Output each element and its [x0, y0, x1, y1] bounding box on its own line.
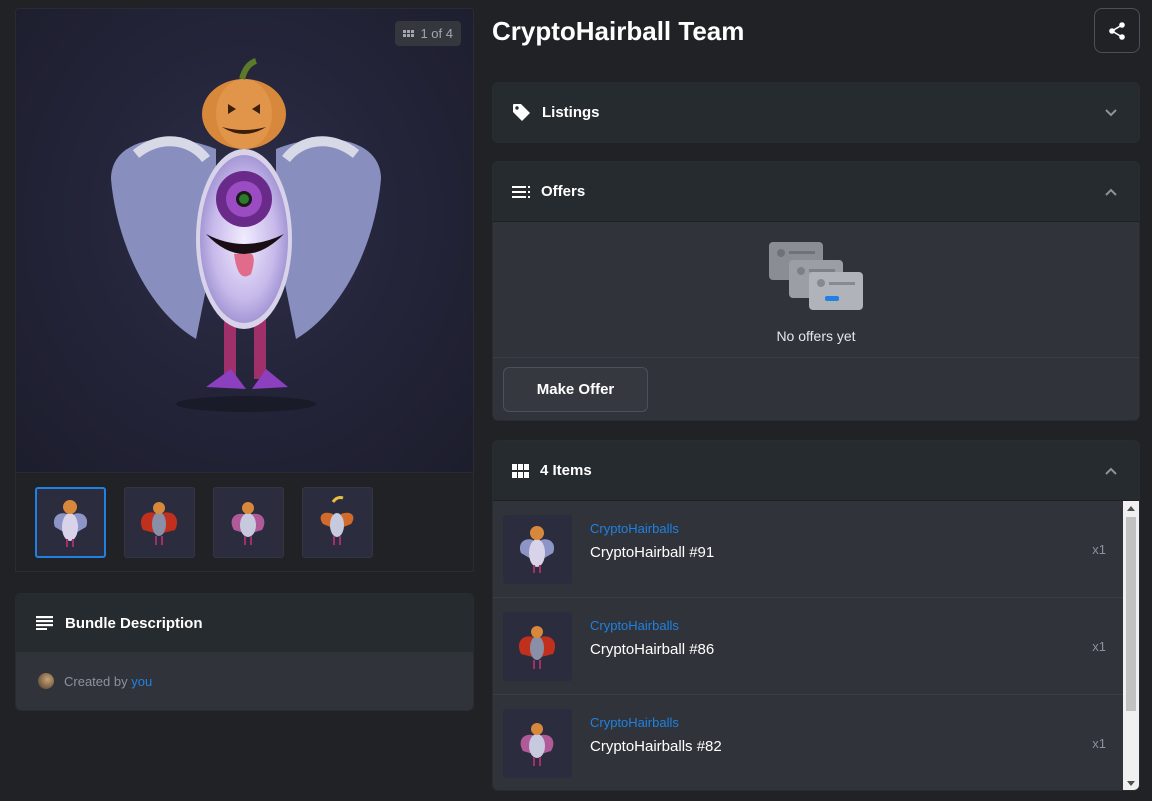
thumbnail-4[interactable] — [302, 486, 373, 558]
thumbnail-art — [320, 495, 354, 545]
thumbnail-art — [140, 501, 178, 545]
item-collection-link[interactable]: CryptoHairballs — [590, 618, 679, 633]
description-icon — [36, 616, 53, 630]
thumbnail-strip — [15, 473, 474, 572]
offers-header[interactable]: Offers — [493, 162, 1139, 221]
chevron-down-icon[interactable] — [1105, 108, 1117, 117]
item-name[interactable]: CryptoHairball #86 — [590, 641, 714, 658]
item-thumbnail-art — [520, 723, 554, 766]
chevron-up-icon[interactable] — [1105, 188, 1117, 196]
item-name[interactable]: CryptoHairball #91 — [590, 544, 714, 561]
items-scrollbar[interactable] — [1123, 501, 1139, 790]
grid-icon — [403, 29, 415, 38]
empty-offers-icon — [769, 242, 863, 310]
item-thumbnail-art — [518, 626, 556, 669]
list-item[interactable]: CryptoHairballs CryptoHairball #91 x1 — [493, 501, 1139, 598]
hairball-artwork — [111, 58, 381, 412]
bundle-description-header[interactable]: Bundle Description — [16, 594, 473, 652]
thumbnail-3[interactable] — [213, 486, 284, 558]
creator-link[interactable]: you — [131, 674, 152, 689]
item-collection-link[interactable]: CryptoHairballs — [590, 715, 679, 730]
item-quantity: x1 — [1092, 542, 1106, 557]
offers-title: Offers — [541, 183, 586, 200]
item-thumbnail[interactable] — [503, 709, 572, 778]
item-thumbnail[interactable] — [503, 515, 572, 584]
created-by-text: Created by you — [64, 674, 152, 689]
bundle-description-body: Created by you — [16, 652, 473, 710]
scroll-thumb[interactable] — [1126, 517, 1136, 711]
bundle-description-title: Bundle Description — [65, 614, 203, 632]
no-offers-text: No offers yet — [776, 328, 856, 344]
main-nft-image[interactable]: 1 of 4 — [15, 8, 474, 473]
listings-panel: Listings — [492, 82, 1140, 143]
item-collection-link[interactable]: CryptoHairballs — [590, 521, 679, 536]
list-icon — [512, 185, 530, 198]
page-title: CryptoHairball Team — [492, 16, 745, 46]
list-item[interactable]: CryptoHairballs CryptoHairballs #82 x1 — [493, 695, 1139, 790]
left-column: 1 of 4 Bundle Description Created by you — [15, 8, 474, 711]
item-name[interactable]: CryptoHairballs #82 — [590, 738, 722, 755]
share-button[interactable] — [1094, 8, 1140, 53]
item-quantity: x1 — [1092, 639, 1106, 654]
item-thumbnail-art — [519, 526, 555, 573]
listings-header[interactable]: Listings — [493, 83, 1139, 142]
thumbnail-1[interactable] — [35, 486, 106, 558]
item-thumbnail[interactable] — [503, 612, 572, 681]
items-grid-icon — [512, 463, 529, 478]
thumbnail-art — [53, 499, 88, 547]
bundle-description-panel: Bundle Description Created by you — [15, 593, 474, 711]
image-counter-label: 1 of 4 — [420, 26, 453, 41]
share-icon — [1109, 21, 1125, 40]
image-counter: 1 of 4 — [395, 21, 461, 46]
list-item[interactable]: CryptoHairballs CryptoHairball #86 x1 — [493, 598, 1139, 695]
item-quantity: x1 — [1092, 736, 1106, 751]
items-panel: 4 Items CryptoHairballs CryptoHairball #… — [492, 440, 1140, 791]
thumbnail-art — [231, 501, 265, 545]
listings-title: Listings — [542, 104, 600, 121]
offers-footer: Make Offer — [493, 357, 1139, 420]
tag-icon — [513, 104, 530, 121]
thumbnail-2[interactable] — [124, 486, 195, 558]
make-offer-button[interactable]: Make Offer — [503, 367, 648, 412]
offers-panel: Offers No offers yet Make Offer — [492, 161, 1140, 421]
scroll-up-arrow[interactable] — [1127, 506, 1135, 511]
chevron-up-icon[interactable] — [1105, 467, 1117, 475]
created-by-label: Created by — [64, 673, 128, 689]
items-list: CryptoHairballs CryptoHairball #91 x1 Cr… — [493, 500, 1139, 790]
items-title: 4 Items — [540, 462, 592, 479]
scroll-down-arrow[interactable] — [1127, 781, 1135, 786]
items-header[interactable]: 4 Items — [493, 441, 1139, 500]
avatar[interactable] — [38, 673, 54, 689]
offers-body: No offers yet Make Offer — [493, 221, 1139, 420]
